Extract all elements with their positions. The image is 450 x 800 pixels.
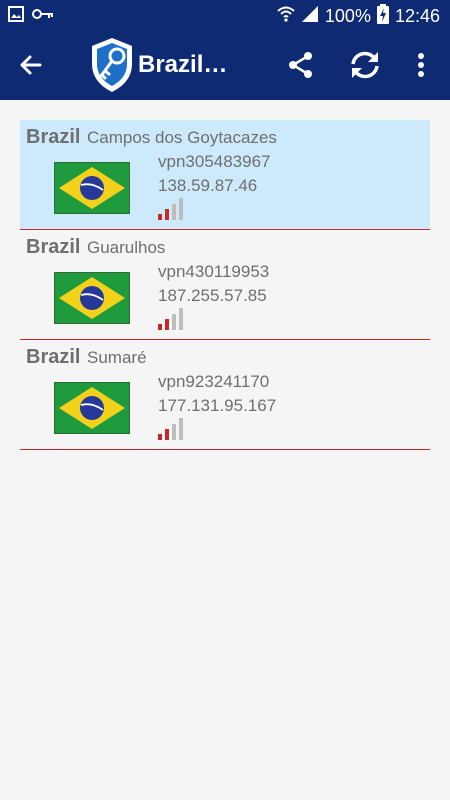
- brazil-flag-icon: [54, 162, 130, 214]
- server-hostname: vpn923241170: [158, 372, 270, 391]
- brazil-flag-icon: [54, 382, 130, 434]
- signal-strength-icon: [158, 198, 186, 220]
- server-hostname: vpn305483967: [158, 152, 271, 171]
- toolbar: Brazil…: [0, 30, 450, 100]
- server-country: Brazil: [26, 126, 81, 148]
- server-city: Guarulhos: [87, 238, 166, 257]
- server-list: Brazil Campos dos Goytacazes vpn30548396…: [20, 120, 430, 450]
- server-country: Brazil: [26, 236, 81, 258]
- server-city: Campos dos Goytacazes: [87, 128, 277, 147]
- server-ip: 138.59.87.46: [158, 176, 258, 195]
- cell-signal-icon: [301, 5, 319, 28]
- server-ip: 187.255.57.85: [158, 286, 267, 305]
- back-arrow-icon[interactable]: [16, 50, 46, 80]
- status-bar: 100% 12:46: [0, 0, 450, 30]
- server-row[interactable]: Brazil Campos dos Goytacazes vpn30548396…: [20, 120, 430, 230]
- signal-strength-icon: [158, 308, 186, 330]
- server-row[interactable]: Brazil Guarulhos vpn430119953 187.255.57…: [20, 230, 430, 340]
- more-vert-icon[interactable]: [412, 50, 430, 80]
- server-city: Sumaré: [87, 348, 147, 367]
- clock-time: 12:46: [394, 6, 440, 26]
- refresh-icon[interactable]: [348, 50, 379, 80]
- key-icon: [32, 7, 54, 26]
- page-title: Brazil…: [138, 51, 228, 78]
- share-icon[interactable]: [286, 50, 316, 80]
- brazil-flag-icon: [54, 272, 130, 324]
- server-ip: 177.131.95.167: [158, 396, 277, 415]
- wifi-icon: [277, 6, 295, 27]
- signal-strength-icon: [158, 418, 186, 440]
- image-icon: [8, 6, 24, 27]
- server-country: Brazil: [26, 346, 81, 368]
- battery-charging-icon: [376, 4, 389, 29]
- vpn-shield-key-logo: [88, 36, 136, 94]
- server-hostname: vpn430119953: [158, 262, 270, 281]
- battery-percent: 100%: [324, 6, 371, 26]
- server-row[interactable]: Brazil Sumaré vpn923241170 177.131.95.16…: [20, 340, 430, 450]
